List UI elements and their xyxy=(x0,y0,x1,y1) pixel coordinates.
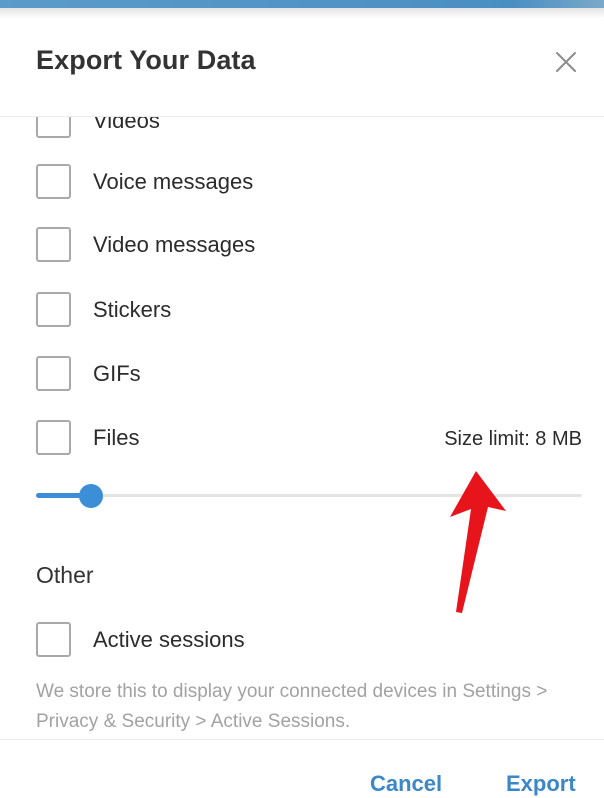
videos-label: Videos xyxy=(93,117,160,133)
stickers-checkbox[interactable] xyxy=(36,292,71,327)
videos-checkbox[interactable] xyxy=(36,117,71,138)
slider-thumb[interactable] xyxy=(78,484,103,508)
video-messages-checkbox[interactable] xyxy=(36,227,71,262)
voice-messages-checkbox[interactable] xyxy=(36,164,71,199)
checkbox-row-active-sessions[interactable]: Active sessions xyxy=(36,622,245,657)
dialog-title: Export Your Data xyxy=(36,45,256,75)
export-button[interactable]: Export xyxy=(506,771,576,797)
active-sessions-info-text: We store this to display your connected … xyxy=(36,681,548,732)
other-section-title: Other xyxy=(36,562,94,588)
size-limit-label: Size limit: 8 MB xyxy=(444,428,582,450)
video-messages-label: Video messages xyxy=(93,231,256,257)
checkbox-row-gifs[interactable]: GIFs xyxy=(36,356,141,391)
dialog-top-shadow xyxy=(0,8,604,18)
active-sessions-label: Active sessions xyxy=(93,626,245,652)
close-icon[interactable] xyxy=(552,48,580,76)
checkbox-row-voice-messages[interactable]: Voice messages xyxy=(36,164,253,199)
footer-divider xyxy=(0,739,604,740)
export-options-scroll-area[interactable]: Videos Voice messages Video messages Sti… xyxy=(0,117,604,739)
background-window-strip xyxy=(0,0,604,8)
active-sessions-checkbox[interactable] xyxy=(36,622,71,657)
cancel-button[interactable]: Cancel xyxy=(370,771,442,797)
checkbox-row-stickers[interactable]: Stickers xyxy=(36,292,171,327)
red-arrow-annotation xyxy=(450,471,506,613)
files-label: Files xyxy=(93,424,140,450)
gifs-checkbox[interactable] xyxy=(36,356,71,391)
checkbox-row-videos[interactable]: Videos xyxy=(36,117,160,138)
files-checkbox[interactable] xyxy=(36,420,71,455)
checkbox-row-files[interactable]: Files xyxy=(36,420,139,455)
stickers-label: Stickers xyxy=(93,296,172,322)
voice-messages-label: Voice messages xyxy=(93,168,254,194)
gifs-label: GIFs xyxy=(93,360,141,386)
checkbox-row-video-messages[interactable]: Video messages xyxy=(36,227,255,262)
